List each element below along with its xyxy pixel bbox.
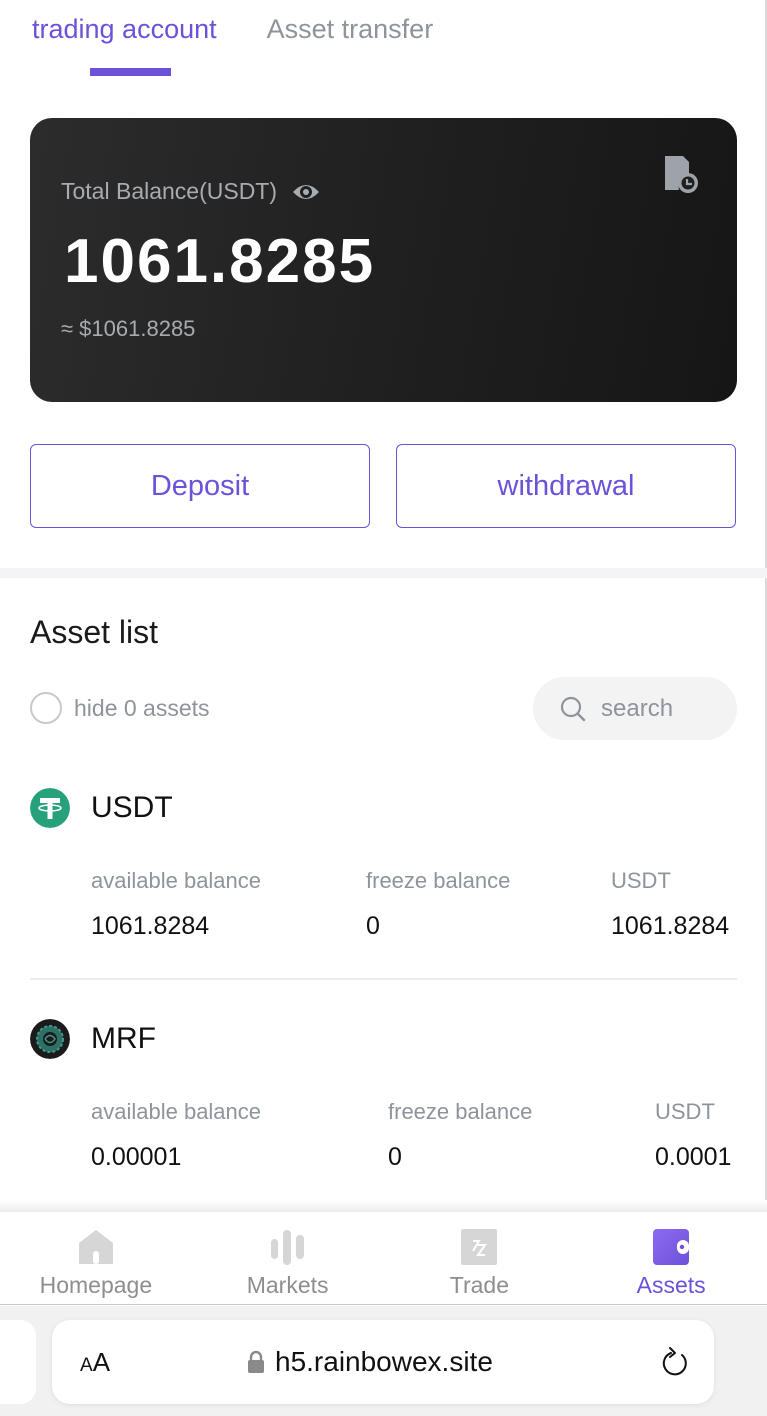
asset-divider: [30, 978, 737, 980]
text-size-small-a: A: [80, 1354, 93, 1376]
freeze-balance-value: 0: [388, 1143, 402, 1171]
nav-item-homepage[interactable]: Homepage: [0, 1212, 192, 1304]
hide-zero-assets-toggle[interactable]: hide 0 assets: [30, 692, 210, 724]
nav-label: Assets: [636, 1272, 706, 1298]
available-balance-col: available balance 0.00001: [91, 1099, 261, 1172]
total-balance-label: Total Balance(USDT): [61, 178, 278, 204]
freeze-balance-label: freeze balance: [388, 1099, 533, 1124]
usdt-value-col: USDT 1061.8284: [611, 868, 729, 941]
freeze-balance-value: 0: [366, 912, 380, 940]
nav-label: Homepage: [39, 1272, 153, 1298]
available-balance-label: available balance: [91, 868, 262, 893]
text-size-large-a: A: [92, 1346, 111, 1377]
usdt-value: 0.0001: [655, 1143, 732, 1171]
section-separator: [0, 568, 767, 578]
search-input[interactable]: [601, 694, 721, 723]
asset-symbol: MRF: [91, 1022, 156, 1055]
usdt-value-col: USDT 0.0001: [655, 1099, 731, 1172]
home-icon: [78, 1230, 113, 1264]
available-balance-col: available balance 1061.8284: [91, 868, 261, 941]
freeze-balance-col: freeze balance 0: [366, 868, 510, 941]
search-icon: [560, 696, 586, 721]
mrf-coin-icon: [30, 1019, 70, 1059]
trade-icon: [461, 1229, 498, 1265]
asset-item[interactable]: MRF available balance 0.00001 freeze bal…: [30, 1019, 737, 1199]
total-balance-amount: 1061.8285: [64, 227, 376, 296]
record-history-icon[interactable]: [663, 154, 699, 194]
withdrawal-button[interactable]: withdrawal: [396, 444, 736, 528]
total-balance-label-row: Total Balance(USDT): [61, 178, 321, 205]
hide-zero-assets-label: hide 0 assets: [74, 694, 210, 721]
nav-label: Trade: [449, 1272, 509, 1298]
usdt-value-label: USDT: [655, 1099, 715, 1124]
active-tab-indicator: [90, 68, 171, 76]
asset-header: MRF: [30, 1019, 737, 1059]
total-balance-usd: ≈ $1061.8285: [61, 316, 196, 341]
search-box[interactable]: [533, 677, 737, 740]
hide-zero-assets-radio[interactable]: [30, 692, 62, 724]
available-balance-value: 0.00001: [91, 1143, 182, 1171]
nav-item-markets[interactable]: Markets: [192, 1212, 384, 1304]
balance-card: Total Balance(USDT) 1061.8285 ≈ $1061.82…: [30, 118, 737, 402]
wallet-icon: [653, 1229, 690, 1265]
tab-trading-account[interactable]: trading account: [32, 14, 217, 45]
deposit-button[interactable]: Deposit: [30, 444, 370, 528]
text-size-button[interactable]: AA: [80, 1347, 110, 1378]
nav-item-assets[interactable]: Assets: [575, 1212, 767, 1304]
eye-icon[interactable]: [291, 181, 321, 203]
url-text: h5.rainbowex.site: [275, 1346, 493, 1377]
freeze-balance-label: freeze balance: [366, 868, 511, 893]
asset-item[interactable]: USDT available balance 1061.8284 freeze …: [30, 788, 737, 968]
address-bar[interactable]: AA h5.rainbowex.site: [52, 1320, 714, 1404]
url-display[interactable]: h5.rainbowex.site: [247, 1346, 493, 1378]
bottom-nav: Homepage Markets Trade Assets: [0, 1212, 767, 1305]
tab-asset-transfer[interactable]: Asset transfer: [267, 14, 434, 45]
usdt-value: 1061.8284: [611, 912, 730, 940]
usdt-value-label: USDT: [611, 868, 671, 893]
available-balance-value: 1061.8284: [91, 912, 210, 940]
freeze-balance-col: freeze balance 0: [388, 1099, 532, 1172]
asset-balances: available balance 1061.8284 freeze balan…: [30, 868, 737, 968]
reload-icon[interactable]: [660, 1346, 690, 1378]
tether-icon: [30, 788, 70, 828]
markets-icon: [270, 1230, 304, 1265]
nav-item-trade[interactable]: Trade: [384, 1212, 576, 1304]
previous-tab-card[interactable]: [0, 1320, 36, 1404]
lock-icon: [248, 1350, 264, 1373]
nav-label: Markets: [246, 1272, 329, 1298]
available-balance-label: available balance: [91, 1099, 262, 1124]
asset-balances: available balance 0.00001 freeze balance…: [30, 1099, 737, 1199]
asset-header: USDT: [30, 788, 737, 828]
asset-list-title: Asset list: [30, 614, 159, 650]
assets-page: trading account Asset transfer Total Bal…: [0, 0, 767, 1416]
account-tabs: trading account Asset transfer: [32, 14, 433, 45]
browser-toolbar: AA h5.rainbowex.site: [0, 1306, 767, 1416]
asset-symbol: USDT: [91, 791, 173, 824]
